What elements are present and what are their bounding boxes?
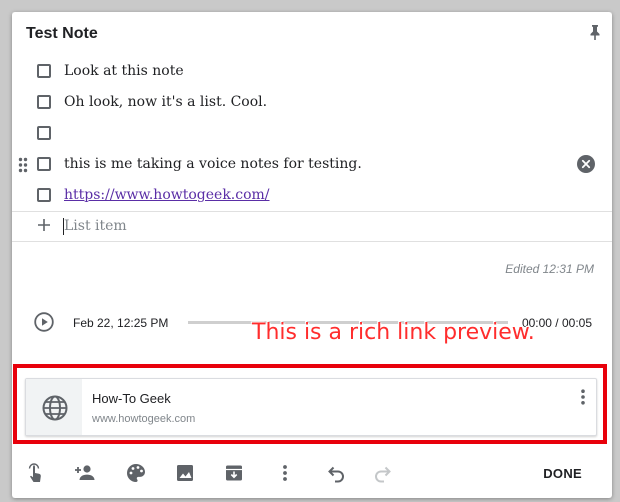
list-item[interactable]: Look at this note: [12, 56, 612, 87]
done-button[interactable]: DONE: [543, 466, 582, 481]
pin-icon[interactable]: [588, 24, 602, 40]
background-left: [0, 0, 12, 502]
background-top: [0, 0, 620, 12]
list-item-text[interactable]: this is me taking a voice notes for test…: [64, 156, 362, 172]
checkbox[interactable]: [37, 126, 51, 140]
plus-icon[interactable]: [38, 219, 50, 231]
audio-date: Feb 22, 12:25 PM: [73, 316, 169, 330]
checkbox[interactable]: [37, 188, 51, 202]
archive-icon[interactable]: [223, 462, 245, 484]
note-title[interactable]: Test Note: [26, 25, 98, 43]
undo-icon[interactable]: [324, 462, 346, 484]
checkbox[interactable]: [37, 95, 51, 109]
annotation-text: This is a rich link preview.: [252, 320, 535, 345]
list-item-text[interactable]: Look at this note: [64, 63, 184, 79]
note-toolbar: DONE: [12, 458, 612, 490]
background-bottom: [0, 498, 620, 502]
note-editor-card: Test Note Look at this note Oh look, now…: [12, 12, 612, 498]
checkbox[interactable]: [37, 157, 51, 171]
add-list-item-row[interactable]: List item: [12, 212, 612, 242]
image-icon[interactable]: [174, 462, 196, 484]
more-vert-icon[interactable]: [274, 462, 296, 484]
preview-domain: www.howtogeek.com: [92, 413, 196, 425]
preview-thumbnail: [26, 379, 82, 435]
list-item[interactable]: https://www.howtogeek.com/: [12, 180, 612, 211]
rich-link-preview[interactable]: How-To Geek www.howtogeek.com: [25, 378, 597, 436]
divider: [12, 241, 612, 242]
background-right: [612, 0, 620, 502]
list-item-hovered[interactable]: this is me taking a voice notes for test…: [12, 149, 612, 180]
preview-title[interactable]: How-To Geek: [92, 391, 171, 406]
list-item[interactable]: [12, 118, 612, 149]
remove-item-icon[interactable]: [577, 155, 595, 173]
list-item-text[interactable]: Oh look, now it's a list. Cool.: [64, 94, 267, 110]
more-vert-icon[interactable]: [580, 389, 586, 405]
globe-icon: [42, 395, 68, 421]
list-item-link[interactable]: https://www.howtogeek.com/: [64, 187, 270, 203]
edited-timestamp: Edited 12:31 PM: [505, 262, 594, 276]
list-item-input[interactable]: List item: [64, 218, 127, 234]
list-item[interactable]: Oh look, now it's a list. Cool.: [12, 87, 612, 118]
drag-handle-icon[interactable]: [18, 157, 28, 173]
redo-icon[interactable]: [373, 462, 395, 484]
checkbox[interactable]: [37, 64, 51, 78]
touch-gesture-icon[interactable]: [26, 462, 48, 484]
palette-icon[interactable]: [125, 462, 147, 484]
play-icon[interactable]: [34, 312, 54, 332]
add-collaborator-icon[interactable]: [74, 462, 96, 484]
